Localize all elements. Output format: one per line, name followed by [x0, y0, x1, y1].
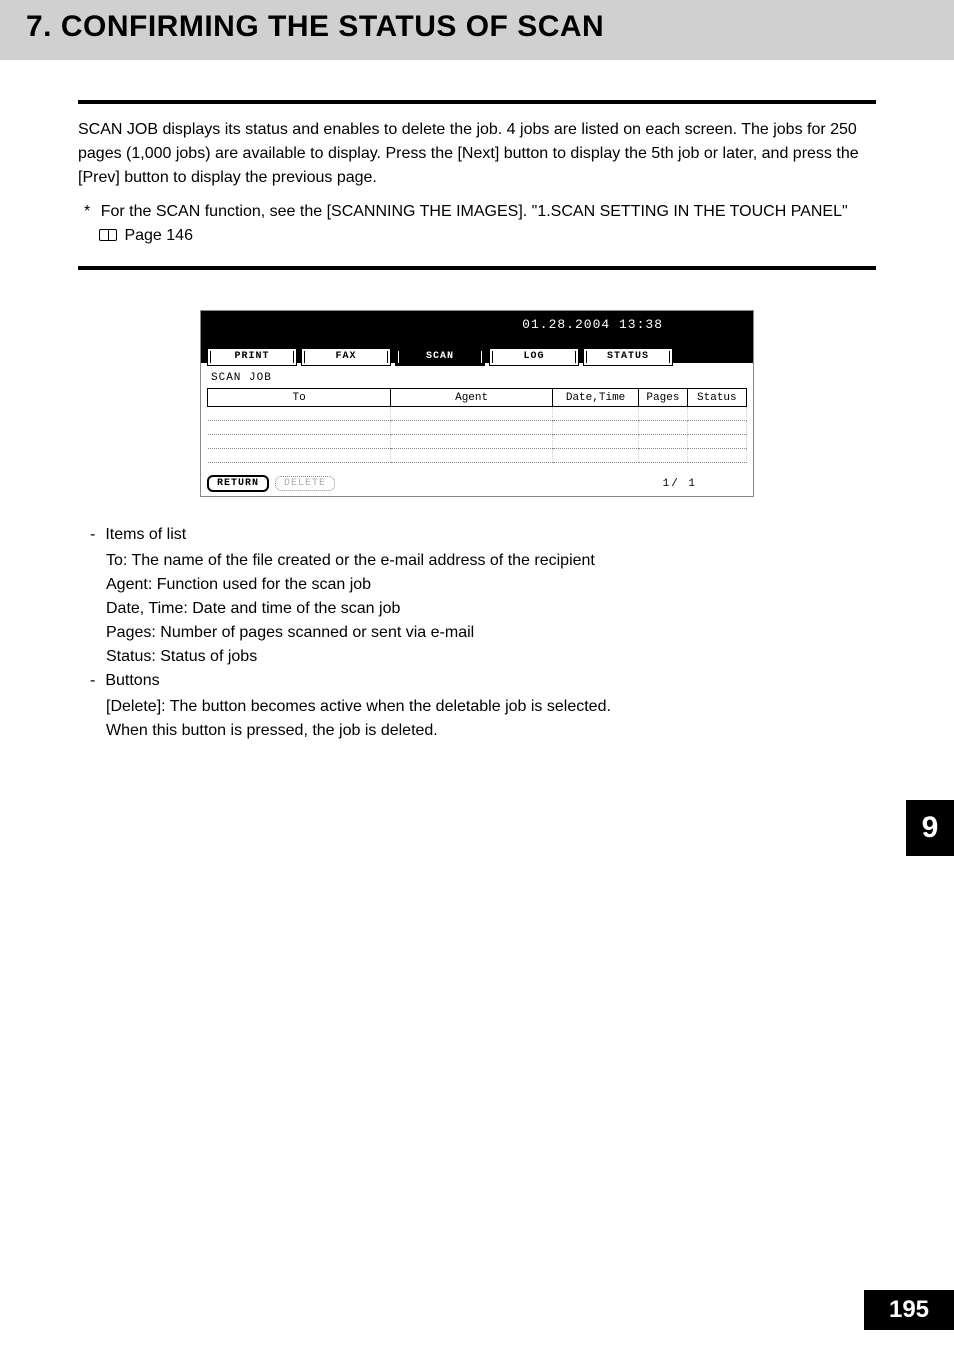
tab-status[interactable]: STATUS: [583, 348, 673, 366]
content-area: SCAN JOB displays its status and enables…: [0, 60, 954, 743]
desc-agent: Agent: Function used for the scan job: [106, 573, 876, 597]
clock-text: 01.28.2004 13:38: [522, 317, 663, 332]
desc-status: Status: Status of jobs: [106, 645, 876, 669]
table-row[interactable]: [208, 449, 747, 463]
table-row[interactable]: [208, 421, 747, 435]
touch-panel-wrap: 01.28.2004 13:38 PRINT FAX SCAN LOG STAT…: [78, 310, 876, 497]
buttons-header: Buttons: [78, 669, 876, 693]
panel-footer: RETURN DELETE 1/ 1: [201, 469, 753, 496]
scan-job-label: SCAN JOB: [211, 372, 747, 384]
divider-top: [78, 100, 876, 104]
desc-delete-2: When this button is pressed, the job is …: [106, 719, 876, 743]
panel-body: SCAN JOB To Agent Date,Time Pages Status: [201, 366, 753, 469]
tab-scan[interactable]: SCAN: [395, 348, 485, 366]
book-icon: [99, 229, 117, 241]
col-pages: Pages: [639, 389, 688, 407]
table-row[interactable]: [208, 407, 747, 421]
col-agent: Agent: [391, 389, 553, 407]
touch-panel: 01.28.2004 13:38 PRINT FAX SCAN LOG STAT…: [200, 310, 754, 497]
col-status: Status: [687, 389, 746, 407]
return-button[interactable]: RETURN: [207, 475, 269, 492]
intro-paragraph: SCAN JOB displays its status and enables…: [78, 118, 876, 190]
description-block: Items of list To: The name of the file c…: [78, 523, 876, 743]
tab-print[interactable]: PRINT: [207, 348, 297, 366]
page-number: 195: [864, 1290, 954, 1330]
page-indicator: 1/ 1: [663, 478, 697, 490]
items-of-list-header: Items of list: [78, 523, 876, 547]
table-header-row: To Agent Date,Time Pages Status: [208, 389, 747, 407]
col-to: To: [208, 389, 391, 407]
title-bar: 7. CONFIRMING THE STATUS OF SCAN: [0, 0, 954, 60]
panel-tab-row: PRINT FAX SCAN LOG STATUS: [201, 348, 753, 366]
desc-datetime: Date, Time: Date and time of the scan jo…: [106, 597, 876, 621]
note-text: For the SCAN function, see the [SCANNING…: [101, 203, 848, 220]
desc-pages: Pages: Number of pages scanned or sent v…: [106, 621, 876, 645]
desc-to: To: The name of the file created or the …: [106, 549, 876, 573]
page-title: 7. CONFIRMING THE STATUS OF SCAN: [26, 10, 928, 44]
note-page-ref: Page 146: [124, 227, 193, 244]
desc-delete-1: [Delete]: The button becomes active when…: [106, 695, 876, 719]
table-row[interactable]: [208, 435, 747, 449]
delete-button[interactable]: DELETE: [275, 476, 335, 491]
col-datetime: Date,Time: [552, 389, 638, 407]
divider-bottom: [78, 266, 876, 270]
scan-reference-note: * For the SCAN function, see the [SCANNI…: [78, 200, 876, 248]
asterisk-icon: *: [84, 203, 90, 220]
chapter-tab: 9: [906, 800, 954, 856]
tab-fax[interactable]: FAX: [301, 348, 391, 366]
job-table: To Agent Date,Time Pages Status: [207, 388, 747, 463]
tab-log[interactable]: LOG: [489, 348, 579, 366]
